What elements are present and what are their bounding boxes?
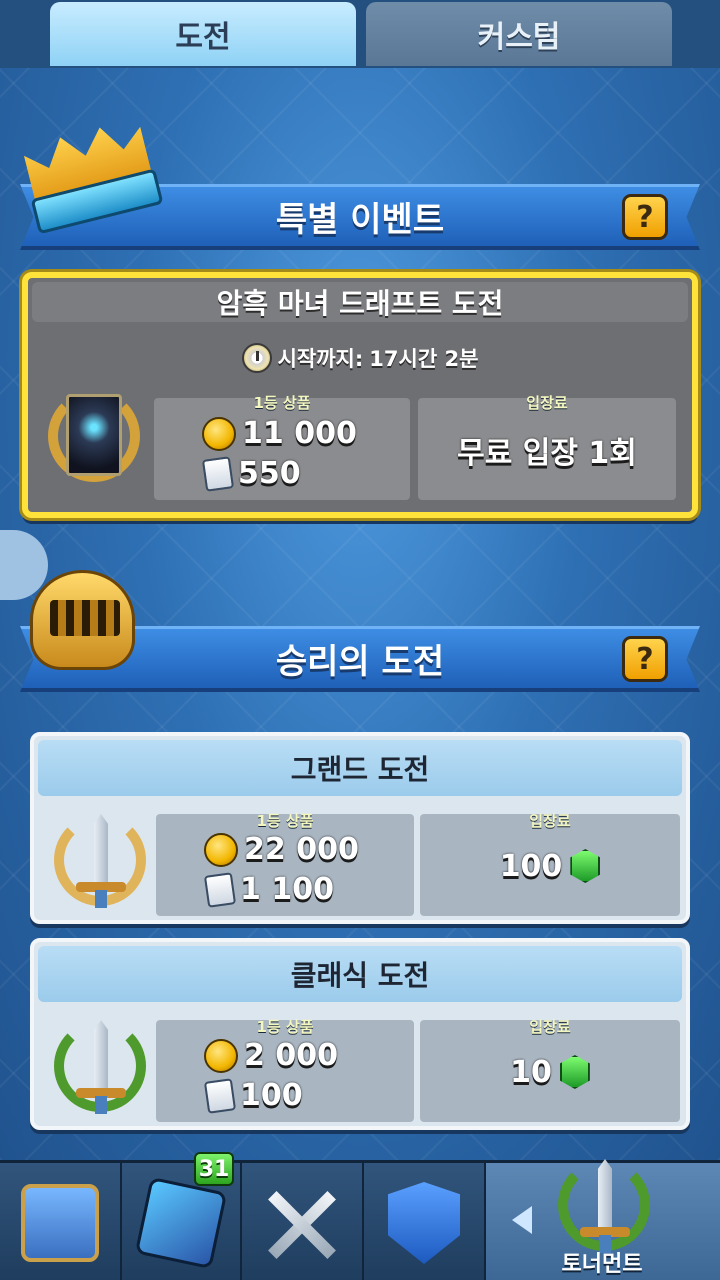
- countdown: 시작까지: 17시간 2분: [28, 340, 692, 376]
- victory-challenges-help-button[interactable]: ?: [622, 636, 668, 682]
- prize-cards: 1 100: [240, 872, 334, 907]
- gem-icon: [559, 1055, 590, 1089]
- prize-cards: 550: [238, 456, 301, 491]
- countdown-label: 시작까지:: [277, 347, 364, 371]
- tab-bar: 도전 커스텀: [0, 0, 720, 68]
- entry-fee-box: 입장료 무료 입장 1회: [418, 394, 676, 500]
- gold-coin-icon: [202, 416, 236, 451]
- nav-clan[interactable]: [364, 1163, 486, 1280]
- gem-icon: [570, 849, 601, 883]
- nav-battle[interactable]: [242, 1163, 364, 1280]
- classic-challenge-card[interactable]: 클래식 도전 1등 상품 2 000 100 입장료 10: [30, 938, 690, 1130]
- entry-fee-label: 입장료: [526, 394, 568, 412]
- night-witch-portrait-badge: [42, 384, 146, 488]
- entry-fee-label: 입장료: [529, 812, 571, 830]
- entry-fee-box: 입장료 10: [420, 1018, 680, 1122]
- classic-challenge-title: 클래식 도전: [38, 946, 682, 1002]
- sword-icon: [94, 1020, 108, 1090]
- knight-helmet-icon: [20, 560, 140, 690]
- night-witch-portrait-icon: [66, 394, 122, 476]
- entry-fee-value: 무료 입장 1회: [457, 436, 637, 471]
- tab-custom[interactable]: 커스텀: [366, 2, 672, 66]
- first-prize-box: 1등 상품 22 000 1 100: [156, 812, 414, 916]
- gold-laurel-sword-badge: [48, 808, 152, 912]
- sword-icon: [94, 814, 108, 884]
- gold-coin-icon: [204, 832, 238, 867]
- first-prize-box: 1등 상품 11 000 550: [154, 394, 410, 500]
- prize-gold: 11 000: [242, 416, 357, 451]
- cards-icon: [201, 455, 235, 492]
- green-laurel-sword-badge: [48, 1014, 152, 1118]
- entry-fee-cost: 100: [499, 848, 563, 884]
- grand-challenge-title: 그랜드 도전: [38, 740, 682, 796]
- gold-coin-icon: [204, 1038, 238, 1073]
- countdown-value: 17시간 2분: [369, 347, 479, 371]
- tab-challenge[interactable]: 도전: [50, 2, 356, 66]
- first-prize-label: 1등 상품: [256, 1018, 314, 1036]
- victory-challenges-title: 승리의 도전: [275, 642, 445, 682]
- prize-gold: 22 000: [244, 832, 359, 867]
- nav-arrow-left-icon: [512, 1206, 532, 1234]
- special-event-card[interactable]: 암흑 마녀 드래프트 도전 시작까지: 17시간 2분 1등 상품 11 000…: [22, 272, 698, 518]
- tournament-icon: [552, 1153, 656, 1257]
- shop-chest-icon: [21, 1184, 99, 1262]
- clock-icon: [241, 343, 272, 373]
- special-event-card-title: 암흑 마녀 드래프트 도전: [32, 282, 688, 322]
- special-event-title: 특별 이벤트: [275, 200, 445, 240]
- entry-fee-label: 입장료: [529, 1018, 571, 1036]
- nav-tournament-label: 토너먼트: [561, 1252, 643, 1277]
- entry-fee-box: 입장료 100: [420, 812, 680, 916]
- prize-gold: 2 000: [244, 1038, 338, 1073]
- card-deck-icon: [134, 1176, 228, 1270]
- nav-shop[interactable]: [0, 1163, 122, 1280]
- first-prize-box: 1등 상품 2 000 100: [156, 1018, 414, 1122]
- prize-cards: 100: [240, 1078, 303, 1113]
- grand-challenge-card[interactable]: 그랜드 도전 1등 상품 22 000 1 100 입장료 100: [30, 732, 690, 924]
- first-prize-label: 1등 상품: [253, 394, 311, 412]
- cards-icon: [203, 1077, 237, 1114]
- entry-fee-cost: 10: [510, 1054, 552, 1090]
- special-event-help-button[interactable]: ?: [622, 194, 668, 240]
- clan-icon: [388, 1182, 460, 1264]
- first-prize-label: 1등 상품: [256, 812, 314, 830]
- cards-icon: [203, 871, 237, 908]
- cards-notification-badge: 31: [194, 1152, 234, 1186]
- battle-swords-icon: [262, 1183, 342, 1263]
